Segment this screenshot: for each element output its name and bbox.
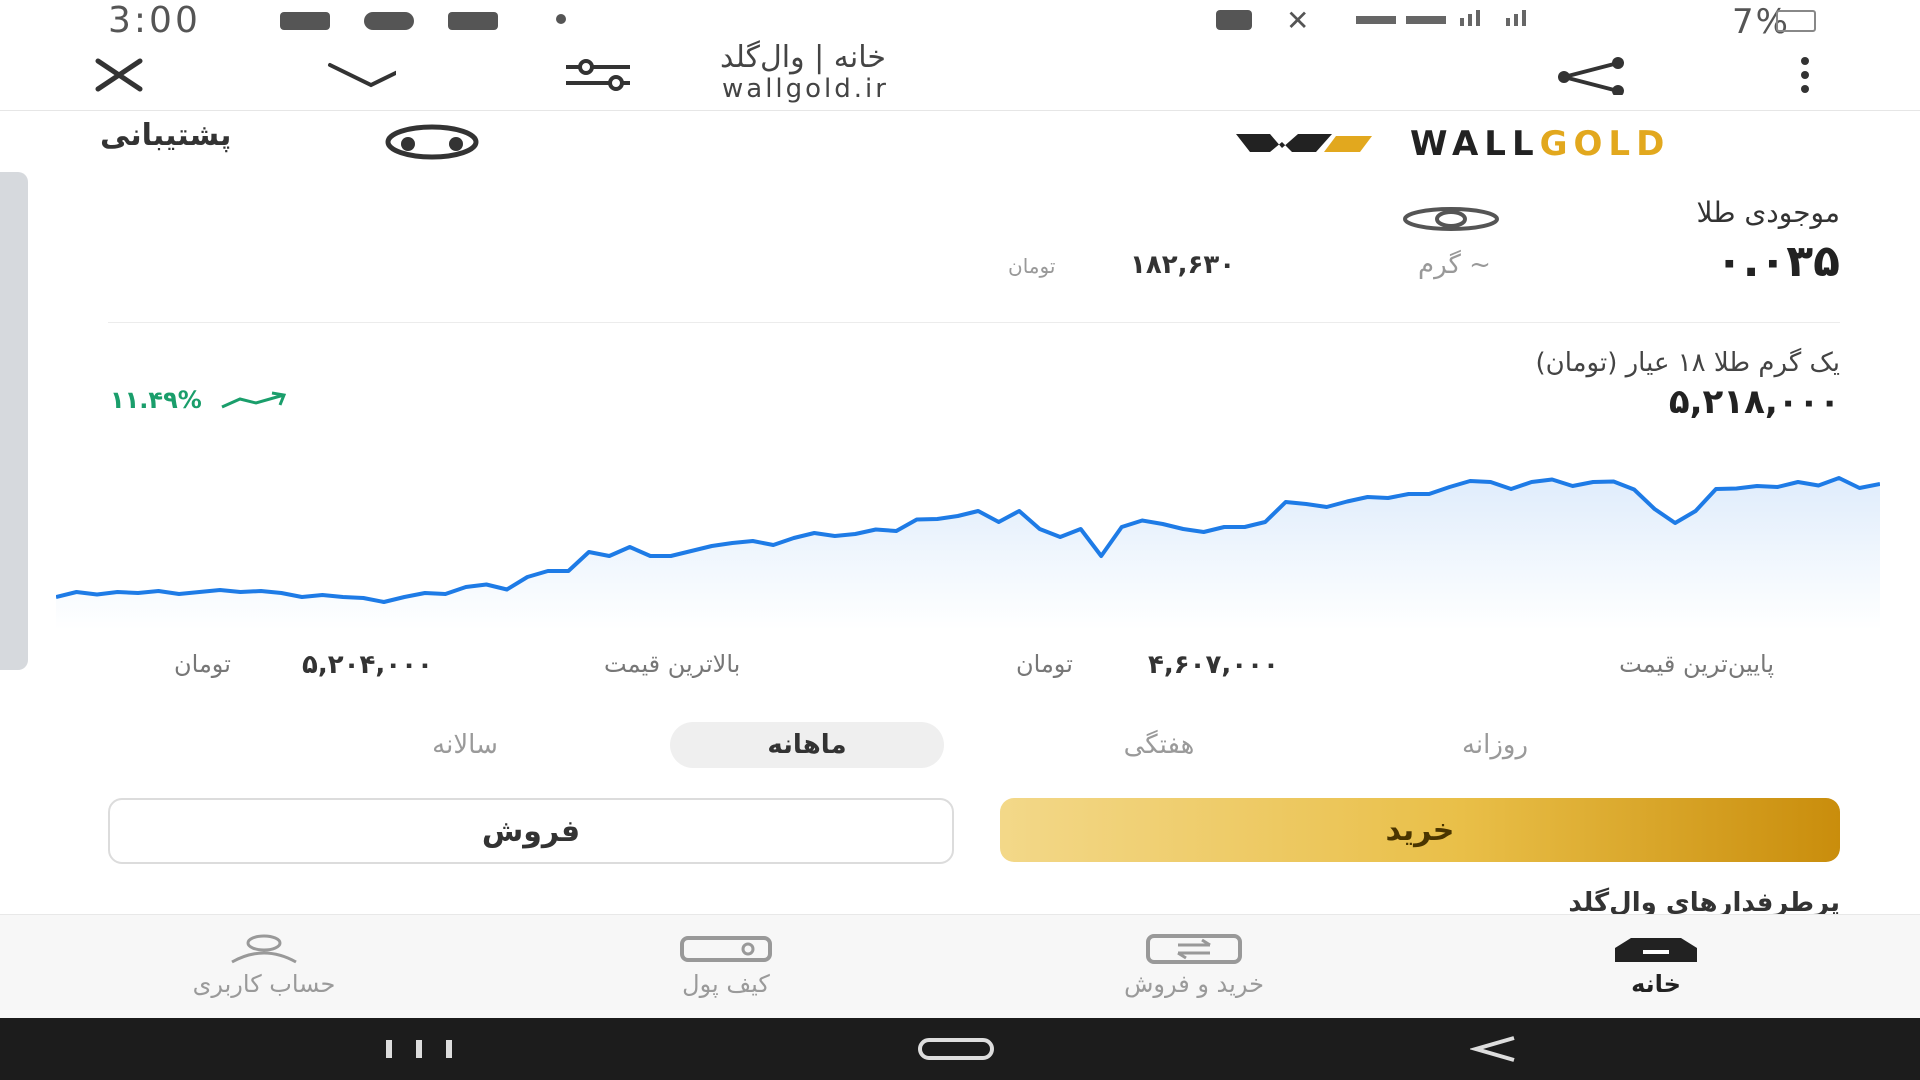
share-icon [1558, 57, 1624, 95]
logo-wall: WALL [1410, 124, 1540, 164]
home-icon [1615, 938, 1697, 962]
status-bar: 3:00 ✕ 7% [0, 0, 1920, 42]
user-icon [231, 934, 297, 964]
home-system-button[interactable] [916, 1036, 996, 1062]
balance-amount: ۰.۰۳۵ [1715, 236, 1840, 287]
scrollbar[interactable] [0, 172, 28, 670]
sell-button[interactable]: فروش [108, 798, 954, 864]
wallgold-logo-text[interactable]: WALLGOLD [1410, 124, 1670, 164]
price-value: ۵,۲۱۸,۰۰۰ [1668, 382, 1840, 422]
balance-equivalent-unit: تومان [1008, 254, 1056, 278]
nav-wallet-label: کیف پول [682, 970, 770, 998]
min-price-label: پایین‌ترین قیمت [1619, 650, 1774, 678]
back-icon [1468, 1036, 1515, 1062]
battery-icon [1776, 10, 1816, 32]
more-menu-button[interactable] [1770, 52, 1840, 98]
buy-button[interactable]: خرید [1000, 798, 1840, 862]
signal-icons [1356, 6, 1566, 28]
chart-area [56, 478, 1880, 630]
recent-apps-icon [386, 1040, 452, 1058]
mute-icon: ✕ [1286, 4, 1310, 37]
recent-apps-button[interactable] [382, 1036, 456, 1062]
support-link[interactable]: پشتیبانی [100, 118, 231, 153]
eye-icon[interactable] [1402, 206, 1500, 232]
nav-account-label: حساب کاربری [192, 970, 336, 998]
trend-up-icon [221, 391, 287, 409]
nav-home-label: خانه [1631, 970, 1681, 998]
nav-wallet[interactable]: کیف پول [576, 934, 876, 998]
balance-label: موجودی طلا [1696, 196, 1840, 229]
nav-home[interactable]: خانه [1506, 934, 1806, 998]
sim-icon [1216, 10, 1252, 30]
more-notifications-dot [556, 14, 566, 24]
tab-daily[interactable]: روزانه [1400, 722, 1590, 768]
price-label: یک گرم طلا ۱۸ عیار (تومان) [1535, 348, 1840, 378]
chevron-down-icon [328, 63, 396, 88]
close-tab-button[interactable] [84, 52, 154, 98]
nav-account[interactable]: حساب کاربری [114, 934, 414, 998]
page-settings-button[interactable] [560, 52, 630, 98]
wallgold-logo-mark[interactable] [1236, 128, 1396, 156]
tab-monthly[interactable]: ماهانه [670, 722, 944, 768]
notification-icon [448, 12, 498, 30]
balance-unit: گرم ~ [1418, 250, 1491, 280]
status-time: 3:00 [108, 0, 201, 41]
page-url[interactable]: wallgold.ir [722, 74, 889, 104]
page-title: خانه | وال‌گلد [720, 40, 886, 75]
message-icon [364, 12, 414, 30]
wallet-icon [680, 936, 772, 962]
divider [108, 322, 1840, 323]
share-button[interactable] [1548, 52, 1638, 98]
tab-weekly[interactable]: هفتگی [1064, 722, 1254, 768]
max-price-value: ۵,۲۰۴,۰۰۰ [302, 650, 433, 680]
price-change: ۱۱.۴۹% [110, 386, 290, 414]
tab-yearly[interactable]: سالانه [370, 722, 560, 768]
price-change-value: ۱۱.۴۹% [110, 386, 202, 414]
min-price-value: ۴,۶۰۷,۰۰۰ [1148, 650, 1279, 680]
max-price-label: بالاترین قیمت [604, 650, 741, 678]
nav-trade-label: خرید و فروش [1124, 970, 1264, 998]
more-vert-icon [1801, 57, 1809, 93]
min-price-unit: تومان [1016, 650, 1073, 678]
sliders-icon [566, 59, 630, 91]
logo-gold: GOLD [1539, 124, 1671, 164]
headset-icon[interactable] [384, 124, 480, 160]
price-chart[interactable] [56, 470, 1880, 630]
exchange-icon [1146, 934, 1242, 964]
back-button[interactable] [1468, 1034, 1520, 1064]
gallery-icon [280, 12, 330, 30]
collapse-button[interactable] [326, 52, 396, 98]
balance-equivalent: ۱۸۲,۶۳۰ [1130, 250, 1236, 280]
close-icon [95, 58, 143, 92]
max-price-unit: تومان [174, 650, 231, 678]
nav-trade[interactable]: خرید و فروش [1044, 934, 1344, 998]
home-circle-icon [918, 1038, 994, 1060]
